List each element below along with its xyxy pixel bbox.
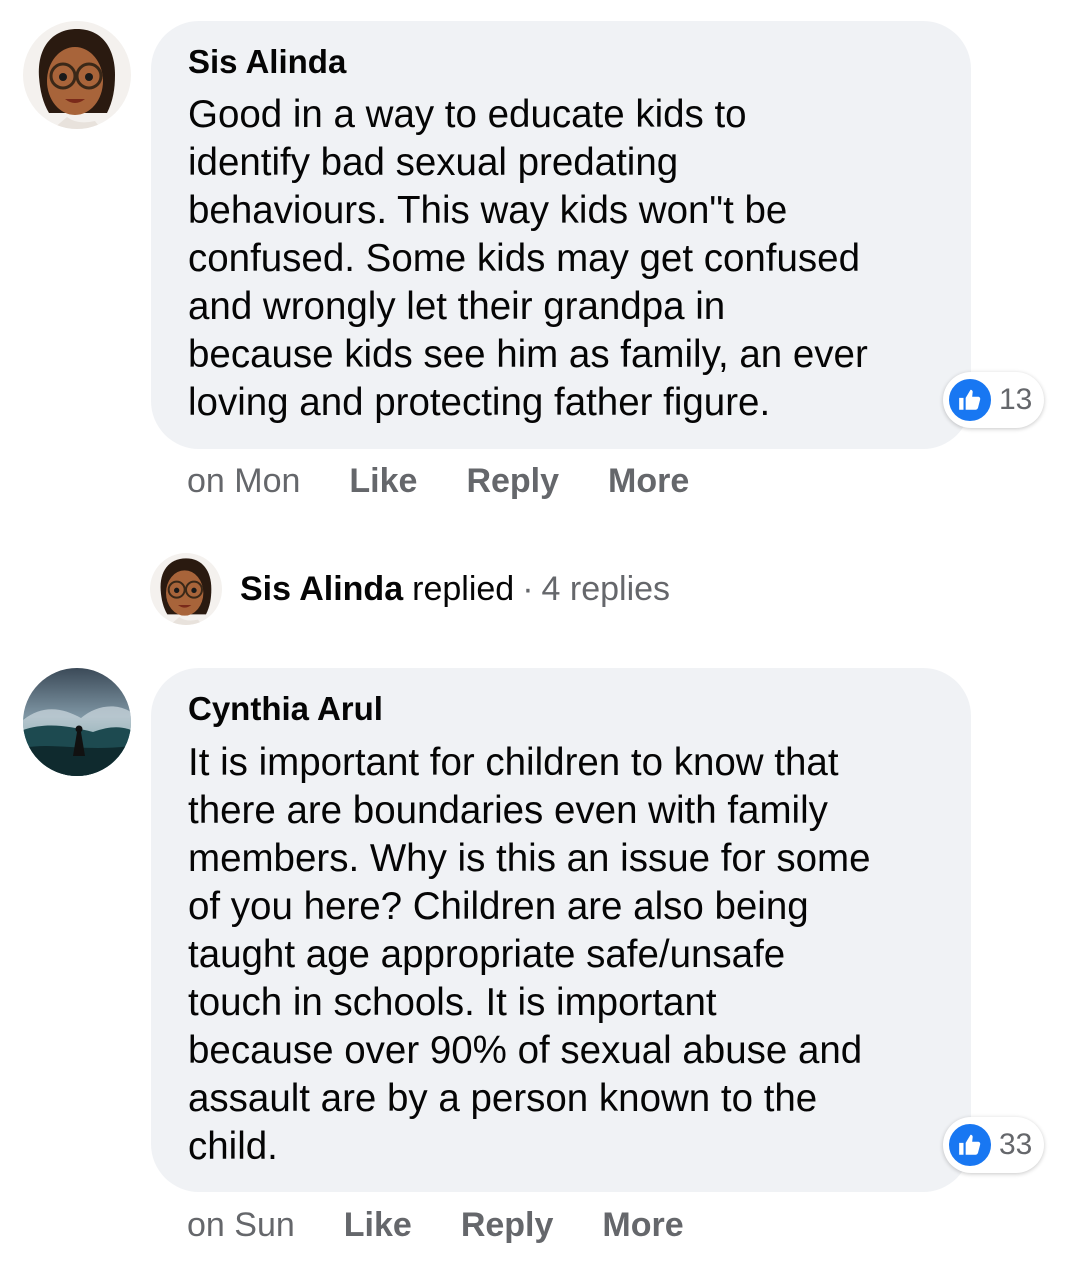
reply-count: 4 replies bbox=[541, 569, 671, 608]
comment-text: Good in a way to educate kids to identif… bbox=[188, 93, 868, 424]
comment-bubble: Sis Alinda Good in a way to educate kids… bbox=[151, 21, 971, 449]
reaction-count: 33 bbox=[999, 1128, 1033, 1161]
comment-timestamp[interactable]: on Sun bbox=[187, 1206, 295, 1245]
reply-button[interactable]: Reply bbox=[466, 462, 559, 501]
reaction-count: 13 bbox=[999, 383, 1033, 416]
avatar[interactable] bbox=[23, 668, 131, 776]
more-button[interactable]: More bbox=[602, 1206, 683, 1245]
comment-actions: on Sun Like Reply More bbox=[187, 1206, 733, 1245]
reaction-count-badge[interactable]: 13 bbox=[943, 372, 1045, 428]
more-button[interactable]: More bbox=[608, 462, 689, 501]
like-button[interactable]: Like bbox=[344, 1206, 412, 1245]
reaction-count-badge[interactable]: 33 bbox=[943, 1117, 1045, 1173]
separator-dot: · bbox=[522, 569, 534, 608]
cartoon-woman-glasses-avatar bbox=[150, 553, 222, 625]
cartoon-woman-glasses-avatar bbox=[23, 21, 131, 129]
thumbs-up-icon bbox=[947, 377, 993, 423]
comment-bubble: Cynthia Arul It is important for childre… bbox=[151, 668, 971, 1192]
like-button[interactable]: Like bbox=[349, 462, 417, 501]
stormy-sea-photo-avatar bbox=[23, 668, 131, 776]
comment-author[interactable]: Sis Alinda bbox=[188, 43, 346, 81]
reply-button[interactable]: Reply bbox=[461, 1206, 554, 1245]
reply-verb: replied bbox=[412, 569, 515, 608]
avatar[interactable] bbox=[23, 21, 131, 129]
avatar bbox=[150, 553, 222, 625]
comment-author[interactable]: Cynthia Arul bbox=[188, 690, 383, 728]
comment-text: It is important for children to know tha… bbox=[188, 741, 871, 1168]
comment-timestamp[interactable]: on Mon bbox=[187, 462, 300, 501]
reply-author: Sis Alinda bbox=[240, 569, 404, 608]
thumbs-up-icon bbox=[947, 1122, 993, 1168]
view-replies-link[interactable]: Sis Alinda replied · 4 replies bbox=[150, 553, 670, 625]
comment-actions: on Mon Like Reply More bbox=[187, 462, 738, 501]
